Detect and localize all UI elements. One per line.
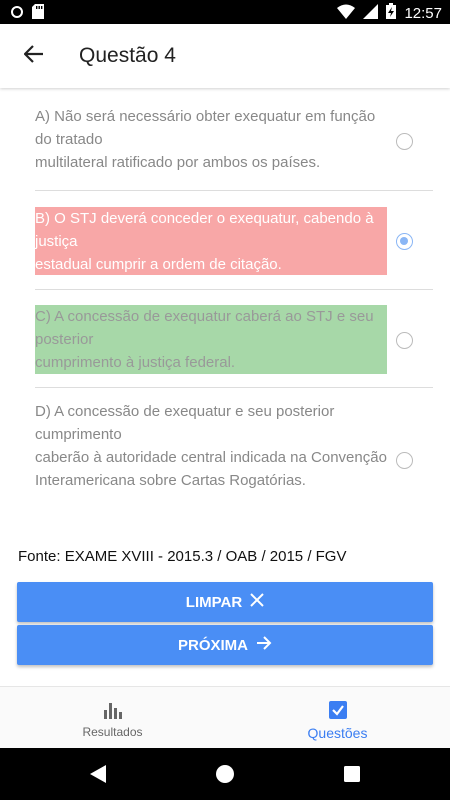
close-icon [250,593,264,611]
option-a-radio[interactable] [396,133,413,150]
question-content: A) Não será necessário obter exequatur e… [0,88,450,685]
option-b[interactable]: B) O STJ deverá conceder o exequatur, ca… [35,191,433,290]
tab-questoes[interactable]: Questões [225,687,450,749]
checkbox-icon [328,699,348,721]
clear-button-label: LIMPAR [185,593,243,611]
home-circle-icon[interactable] [213,762,237,786]
option-d[interactable]: D) A concessão de exequatur e seu poster… [35,388,433,528]
question-source: Fonte: EXAME XVIII - 2015.3 / OAB / 2015… [18,548,347,565]
option-a-text: A) Não será necessário obter exequatur e… [35,108,376,171]
page-title: Questão 4 [79,44,176,67]
option-d-text: D) A concessão de exequatur e seu poster… [35,403,387,489]
arrow-left-icon [23,44,44,68]
bar-chart-icon [103,699,123,721]
signal-icon [363,3,379,23]
arrow-right-icon [256,636,272,654]
option-a[interactable]: A) Não será necessário obter exequatur e… [35,88,433,191]
tab-questoes-label: Questões [307,725,368,741]
status-bar: 12:57 [0,0,450,24]
next-button-label: PRÓXIMA [177,636,248,654]
option-c[interactable]: C) A concessão de exequatur caberá ao ST… [35,290,433,388]
option-c-radio[interactable] [396,332,413,349]
tab-resultados[interactable]: Resultados [0,687,225,749]
back-button[interactable] [18,42,50,70]
clock: 12:57 [404,4,442,22]
option-d-radio[interactable] [396,452,413,469]
app-bar: Questão 4 [0,24,450,88]
next-button[interactable]: PRÓXIMA [17,625,433,665]
option-b-radio[interactable] [396,233,413,250]
clear-button[interactable]: LIMPAR [17,582,433,622]
back-triangle-icon[interactable] [86,762,110,786]
battery-charging-icon [386,3,397,23]
wifi-icon [337,4,356,23]
option-b-text: B) O STJ deverá conceder o exequatur, ca… [35,207,387,275]
option-c-text: C) A concessão de exequatur caberá ao ST… [35,305,387,374]
notification-ring-icon [10,5,24,24]
system-navigation-bar [0,748,450,800]
recents-square-icon[interactable] [340,762,364,786]
bottom-navigation: Resultados Questões [0,686,450,748]
sd-card-icon [32,4,44,24]
tab-resultados-label: Resultados [82,725,143,739]
